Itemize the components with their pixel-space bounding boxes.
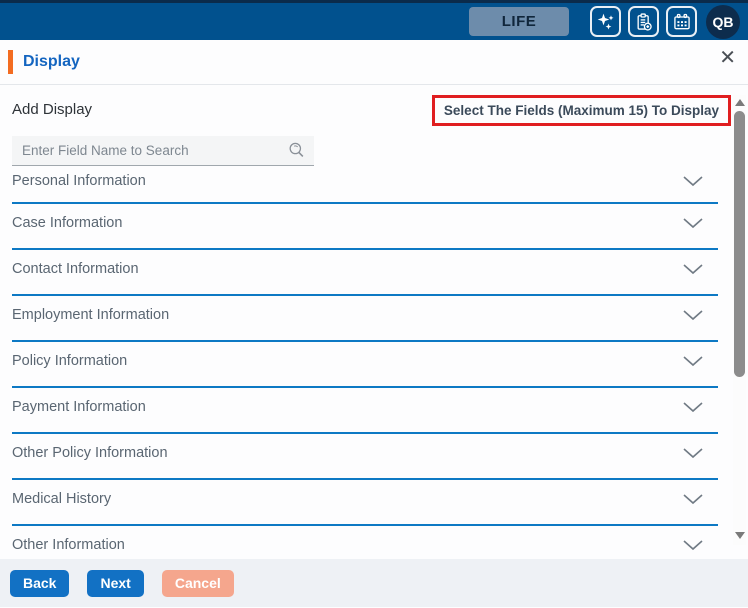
chevron-down-icon[interactable]: [682, 355, 704, 367]
accordion-section-label: Medical History: [12, 491, 112, 507]
accordion-section[interactable]: Personal Information: [12, 166, 718, 204]
chevron-down-icon[interactable]: [682, 263, 704, 275]
cancel-button[interactable]: Cancel: [161, 569, 234, 597]
accordion-section[interactable]: Payment Information: [12, 388, 718, 434]
accordion-section-label: Payment Information: [12, 399, 146, 415]
chevron-down-icon[interactable]: [682, 175, 704, 187]
top-navigation-bar: LIFE QB: [0, 0, 748, 40]
calendar-button[interactable]: [666, 6, 697, 37]
sparkles-button[interactable]: [590, 6, 621, 37]
accordion-section[interactable]: Contact Information: [12, 250, 718, 296]
sparkles-icon: [596, 12, 616, 32]
calendar-icon: [672, 12, 692, 32]
accordion-section-label: Case Information: [12, 215, 123, 231]
back-button[interactable]: Back: [10, 569, 70, 597]
panel-header: Display ✕: [0, 40, 748, 85]
chevron-down-icon[interactable]: [682, 447, 704, 459]
scroll-up-arrow-icon[interactable]: [735, 99, 745, 106]
life-button[interactable]: LIFE: [469, 7, 569, 36]
user-avatar[interactable]: QB: [706, 4, 740, 39]
close-icon[interactable]: ✕: [719, 48, 736, 68]
accordion-section[interactable]: Case Information: [12, 204, 718, 250]
chevron-down-icon[interactable]: [682, 539, 704, 551]
next-button[interactable]: Next: [87, 569, 144, 597]
accordion-section-label: Other Information: [12, 537, 125, 553]
dialog-content: Add Display Select The Fields (Maximum 1…: [0, 85, 748, 559]
display-dialog: LIFE QB Display ✕ Add Display Select The…: [0, 0, 748, 608]
title-accent-bar: [8, 50, 13, 74]
accordion-section[interactable]: Employment Information: [12, 296, 718, 342]
clipboard-add-icon: [634, 12, 654, 32]
chevron-down-icon[interactable]: [682, 493, 704, 505]
accordion-section[interactable]: Policy Information: [12, 342, 718, 388]
notes-button[interactable]: [628, 6, 659, 37]
scrollbar-thumb[interactable]: [734, 111, 745, 377]
page-title: Display: [23, 53, 80, 70]
accordion-section-label: Policy Information: [12, 353, 128, 369]
vertical-scrollbar: [733, 95, 746, 545]
accordion-section[interactable]: Medical History: [12, 480, 718, 526]
chevron-down-icon[interactable]: [682, 401, 704, 413]
accordion-section-label: Personal Information: [12, 173, 146, 189]
chevron-down-icon[interactable]: [682, 217, 704, 229]
scroll-down-arrow-icon[interactable]: [735, 532, 745, 539]
field-search-box: [12, 136, 314, 166]
accordion-section-label: Contact Information: [12, 261, 139, 277]
accordion-section-label: Employment Information: [12, 307, 170, 323]
add-display-label: Add Display: [12, 101, 93, 118]
fields-maximum-notice: Select The Fields (Maximum 15) To Displa…: [431, 95, 731, 126]
search-input[interactable]: [22, 143, 287, 158]
sections-list: Personal Information Case Information Co…: [12, 166, 718, 568]
accordion-section[interactable]: Other Policy Information: [12, 434, 718, 480]
accordion-section[interactable]: Other Information: [12, 526, 718, 568]
accordion-section-label: Other Policy Information: [12, 445, 168, 461]
chevron-down-icon[interactable]: [682, 309, 704, 321]
search-icon[interactable]: [287, 141, 306, 160]
